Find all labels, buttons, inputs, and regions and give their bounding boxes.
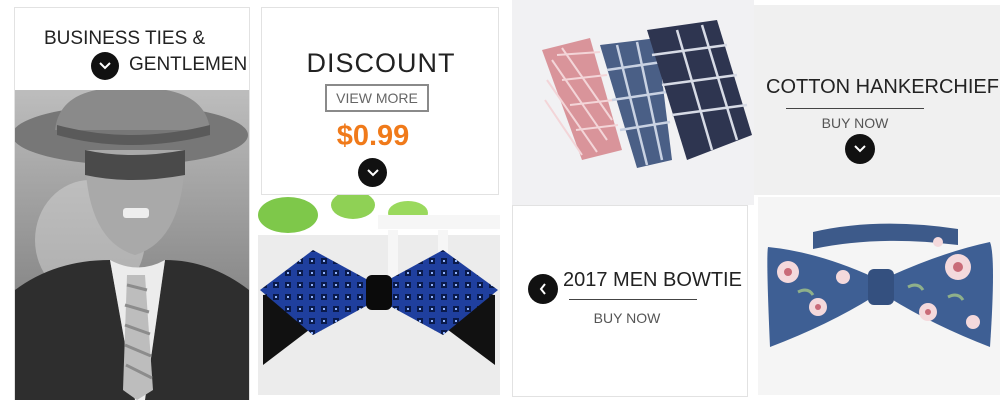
cotton-hankerchief-panel: COTTON HANKERCHIEF BUY NOW (754, 5, 1000, 195)
business-ties-title-line2: GENTLEMEN (129, 54, 248, 75)
discount-down-button[interactable] (358, 158, 387, 187)
chevron-down-icon (854, 145, 866, 153)
chevron-down-icon (366, 168, 379, 176)
bowtie-buy-now-link[interactable]: BUY NOW (569, 310, 685, 326)
gentleman-photo (15, 90, 249, 400)
scroll-down-button[interactable] (91, 52, 119, 80)
business-ties-panel[interactable]: BUSINESS TIES & GENTLEMEN (14, 7, 250, 400)
business-ties-title-line1: BUSINESS TIES & (44, 28, 206, 49)
hankerchief-divider (786, 108, 924, 109)
bowtie-divider (569, 299, 697, 300)
discount-title: DISCOUNT (306, 48, 456, 78)
chevron-down-icon (99, 62, 111, 70)
chevron-left-icon (539, 283, 546, 295)
blue-bowtie-photo[interactable] (258, 195, 500, 395)
floral-bowtie-photo[interactable] (758, 197, 1000, 395)
discount-price: $0.99 (336, 120, 410, 152)
hankerchief-down-button[interactable] (845, 134, 875, 164)
discount-panel: DISCOUNT VIEW MORE $0.99 (261, 7, 499, 195)
bowtie-title: 2017 MEN BOWTIE (563, 269, 742, 291)
hankerchief-title: COTTON HANKERCHIEF (766, 76, 999, 98)
previous-button[interactable] (528, 274, 558, 304)
view-more-button[interactable]: VIEW MORE (325, 84, 429, 112)
plaid-ties-photo[interactable] (512, 0, 754, 205)
men-bowtie-panel: 2017 MEN BOWTIE BUY NOW (512, 205, 748, 397)
hankerchief-buy-now-link[interactable]: BUY NOW (786, 115, 924, 131)
